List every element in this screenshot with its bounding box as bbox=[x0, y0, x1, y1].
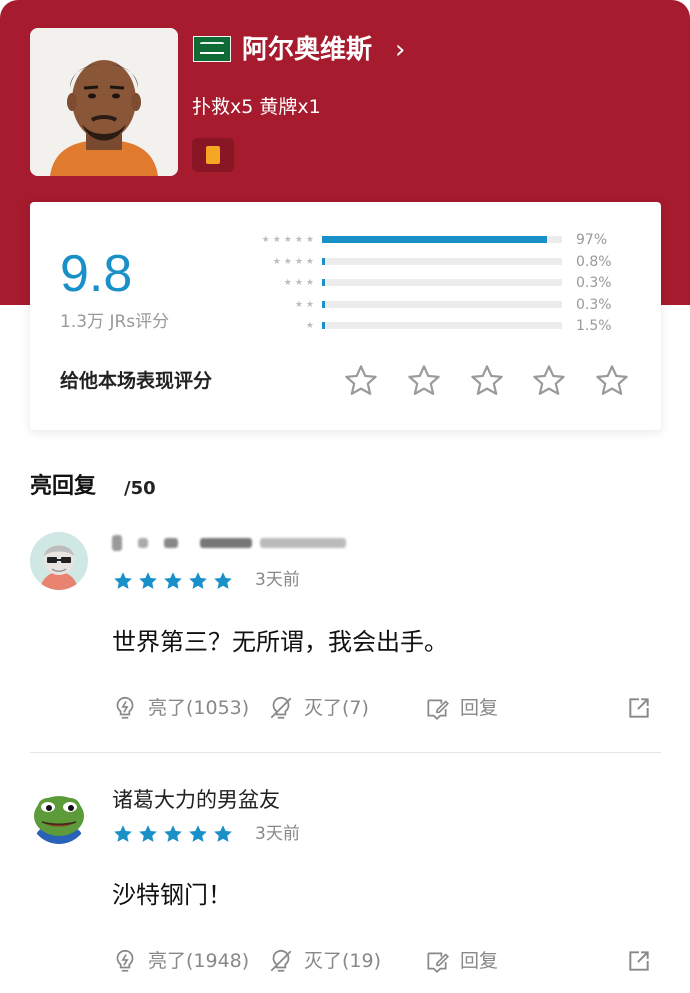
star-filled-icon bbox=[189, 825, 207, 842]
star-filled-icon bbox=[114, 572, 132, 589]
distribution-bar-track bbox=[322, 257, 562, 265]
comment-text: 世界第三？无所谓，我会出手。 bbox=[112, 628, 448, 656]
star-filled-icon bbox=[189, 572, 207, 589]
comment-time: 3天前 bbox=[255, 824, 300, 844]
saudi-arabia-flag-icon bbox=[193, 36, 231, 62]
distribution-bar-fill bbox=[322, 279, 325, 286]
distribution-bar-track bbox=[322, 300, 562, 308]
comment-divider bbox=[30, 752, 661, 753]
share-icon bbox=[629, 951, 649, 971]
distribution-bar-fill bbox=[322, 322, 326, 329]
comment-time: 3天前 bbox=[255, 570, 300, 590]
distribution-percent: 0.3% bbox=[576, 275, 612, 291]
player-stats: 扑救x5 黄牌x1 bbox=[192, 96, 321, 118]
distribution-stars-icon: ★★★ bbox=[283, 278, 317, 288]
share-icon bbox=[629, 698, 649, 718]
distribution-stars-icon: ★★★★ bbox=[272, 256, 317, 267]
distribution-percent: 0.3% bbox=[576, 296, 612, 313]
rate-star-3-icon[interactable] bbox=[468, 362, 506, 400]
rate-star-4-icon[interactable] bbox=[530, 362, 568, 400]
reply-label: 回复 bbox=[460, 950, 499, 972]
star-filled-icon bbox=[139, 572, 157, 589]
rate-star-5-icon[interactable] bbox=[593, 362, 631, 400]
reply-edit-icon bbox=[427, 699, 449, 721]
like-count: 亮了(1948) bbox=[148, 950, 250, 972]
chevron-right-icon[interactable]: › bbox=[395, 30, 405, 70]
distribution-bar-fill bbox=[322, 236, 548, 243]
comment-actions: 亮了(1053) 灭了(7) 回复 bbox=[0, 690, 690, 726]
star-filled-icon bbox=[214, 572, 232, 589]
rate-star-1-icon[interactable] bbox=[342, 362, 380, 400]
distribution-percent: 97% bbox=[576, 232, 608, 248]
yellow-card-icon bbox=[206, 146, 220, 164]
star-filled-icon bbox=[139, 825, 157, 842]
username-blurred[interactable] bbox=[112, 532, 352, 554]
distribution-row-4-star: ★★★★ 0.8% bbox=[240, 252, 640, 272]
rating-count: 1.3万 JRs评分 bbox=[60, 312, 170, 332]
distribution-stars-icon: ★ bbox=[305, 321, 317, 331]
star-filled-icon bbox=[164, 825, 182, 842]
distribution-row-5-star: ★★★★★ 97% bbox=[240, 230, 640, 250]
reply-label: 回复 bbox=[460, 697, 499, 719]
avatar[interactable] bbox=[30, 786, 88, 844]
reply-edit-icon bbox=[427, 952, 449, 974]
avatar[interactable] bbox=[30, 532, 88, 590]
distribution-row-1-star: ★ 1.5% bbox=[240, 316, 640, 336]
lightbulb-icon bbox=[116, 696, 134, 719]
star-filled-icon bbox=[114, 825, 132, 842]
star-filled-icon bbox=[164, 572, 182, 589]
distribution-row-2-star: ★★ 0.3% bbox=[240, 295, 640, 315]
distribution-stars-icon: ★★ bbox=[294, 299, 317, 310]
distribution-percent: 1.5% bbox=[576, 318, 612, 334]
rate-prompt: 给他本场表现评分 bbox=[60, 370, 213, 392]
distribution-bar-fill bbox=[322, 300, 325, 308]
replies-title: 亮回复 bbox=[30, 474, 97, 499]
player-photo bbox=[30, 28, 178, 176]
like-count: 亮了(1053) bbox=[148, 697, 250, 719]
comment-text: 沙特钢门！ bbox=[112, 881, 232, 909]
comment-actions: 亮了(1948) 灭了(19) 回复 bbox=[0, 943, 690, 979]
distribution-bar-track bbox=[322, 279, 562, 286]
dislike-count: 灭了(7) bbox=[304, 697, 369, 719]
distribution-row-3-star: ★★★ 0.3% bbox=[240, 273, 640, 293]
lightbulb-off-icon bbox=[270, 696, 292, 719]
distribution-stars-icon: ★★★★★ bbox=[261, 235, 317, 245]
rate-star-2-icon[interactable] bbox=[405, 362, 443, 400]
dislike-count: 灭了(19) bbox=[304, 950, 382, 972]
distribution-bar-track bbox=[322, 322, 562, 329]
username[interactable]: 诸葛大力的男盆友 bbox=[112, 785, 280, 815]
average-score: 9.8 bbox=[60, 245, 133, 303]
distribution-bar-track bbox=[322, 236, 562, 243]
distribution-percent: 0.8% bbox=[576, 253, 612, 270]
distribution-bar-fill bbox=[322, 257, 325, 265]
replies-count: /50 bbox=[124, 478, 156, 499]
yellow-card-badge bbox=[192, 138, 234, 172]
player-name[interactable]: 阿尔奥维斯 bbox=[242, 30, 372, 70]
lightbulb-icon bbox=[116, 949, 134, 972]
lightbulb-off-icon bbox=[270, 949, 292, 972]
rating-card: 9.8 1.3万 JRs评分 ★★★★★ 97% ★★★★ 0.8% ★★★ 0.3% ★★… bbox=[30, 202, 661, 430]
star-filled-icon bbox=[214, 825, 232, 842]
